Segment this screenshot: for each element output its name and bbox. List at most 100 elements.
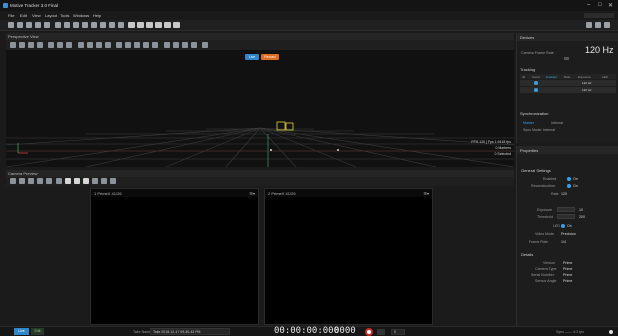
enabled-dot[interactable]: [534, 81, 538, 85]
reconstruction-toggle[interactable]: [567, 184, 571, 188]
play-icon[interactable]: [37, 42, 43, 48]
layers-icon[interactable]: [73, 22, 79, 28]
minimize-icon[interactable]: –: [587, 2, 590, 8]
enabled-toggle[interactable]: [567, 177, 571, 181]
tool4-icon[interactable]: [191, 42, 197, 48]
frame-rate-select[interactable]: 1/4: [561, 240, 566, 244]
layout2-icon[interactable]: [595, 22, 601, 28]
menu-edit[interactable]: Edit: [20, 13, 27, 18]
eye-icon[interactable]: [78, 42, 84, 48]
scale-icon[interactable]: [105, 42, 111, 48]
menu-help[interactable]: Help: [93, 13, 101, 18]
layout-selector[interactable]: [584, 13, 614, 18]
video-mode-select[interactable]: Precision: [561, 232, 576, 236]
rigidbody-icon[interactable]: [109, 22, 115, 28]
synchronization-label: Synchronization: [520, 111, 549, 116]
close-icon[interactable]: ✕: [608, 2, 613, 9]
zoom-in-icon[interactable]: [48, 42, 54, 48]
exposure-slider[interactable]: [557, 207, 575, 212]
cam-tool7-icon[interactable]: [65, 178, 71, 184]
live-badge[interactable]: Live: [245, 54, 259, 60]
camera-menu-icon[interactable]: ☰▾: [423, 191, 429, 196]
redo-icon[interactable]: [44, 22, 50, 28]
tracking-label: Tracking: [520, 67, 536, 72]
labels-icon[interactable]: [134, 42, 140, 48]
menu-windows[interactable]: Windows: [73, 13, 89, 18]
table-row[interactable]: 120 Hz: [520, 87, 616, 93]
menu-view[interactable]: View: [32, 13, 41, 18]
camera-toolbar: [6, 177, 514, 186]
new-icon[interactable]: [8, 22, 14, 28]
panel2-icon[interactable]: [137, 22, 144, 28]
menu-layout[interactable]: Layout: [45, 13, 57, 18]
enabled-dot[interactable]: [534, 88, 538, 92]
maximize-icon[interactable]: □: [598, 2, 602, 8]
layout3-icon[interactable]: [604, 22, 610, 28]
fit-icon[interactable]: [66, 42, 72, 48]
save-icon[interactable]: [26, 22, 32, 28]
camera-menu-icon[interactable]: ☰▾: [249, 191, 255, 196]
filter-icon[interactable]: [116, 42, 122, 48]
perspective-header: Perspective View: [6, 33, 514, 40]
rate-slider[interactable]: [564, 57, 569, 60]
live-mode-button[interactable]: Live: [14, 328, 29, 335]
table-row[interactable]: 120 Hz: [520, 80, 616, 86]
layout1-icon[interactable]: [586, 22, 592, 28]
menu-file[interactable]: File: [8, 13, 14, 18]
threshold-slider[interactable]: [557, 214, 575, 219]
cam-tool10-icon[interactable]: [92, 178, 98, 184]
frame-rate-value[interactable]: 120 Hz: [585, 45, 614, 55]
panel4-icon[interactable]: [155, 22, 162, 28]
grid-icon[interactable]: [64, 22, 70, 28]
perspective-title: Perspective View: [8, 34, 39, 39]
details-title: Details: [521, 252, 534, 257]
camera-pane-1[interactable]: 1 PrimeX 41/26 ☰▾: [90, 188, 259, 325]
rotate-icon[interactable]: [87, 42, 93, 48]
camera-icon[interactable]: [55, 22, 61, 28]
open-icon[interactable]: [17, 22, 23, 28]
tool3-icon[interactable]: [182, 42, 188, 48]
visible-icon[interactable]: [125, 42, 131, 48]
cam-tool11-icon[interactable]: [101, 178, 107, 184]
tool1-icon[interactable]: [164, 42, 170, 48]
cam-tool4-icon[interactable]: [37, 178, 43, 184]
sync-input[interactable]: Internal: [551, 121, 563, 125]
edit-mode-button[interactable]: Edit: [31, 328, 44, 335]
menu-tools[interactable]: Tools: [60, 13, 69, 18]
frame-count-field[interactable]: 0: [391, 329, 405, 335]
undo-icon[interactable]: [35, 22, 41, 28]
view-cube-icon[interactable]: [10, 42, 16, 48]
skeleton-icon[interactable]: [100, 22, 106, 28]
wand-icon[interactable]: [91, 22, 97, 28]
panel1-icon[interactable]: [128, 22, 135, 28]
record-button[interactable]: [365, 328, 373, 336]
settings-icon[interactable]: [118, 22, 124, 28]
tool5-icon[interactable]: [202, 42, 208, 48]
cam-tool6-icon[interactable]: [56, 178, 62, 184]
panel3-icon[interactable]: [146, 22, 153, 28]
cam-tool8-icon[interactable]: [74, 178, 80, 184]
led-toggle[interactable]: [561, 224, 565, 228]
stop-button[interactable]: [377, 329, 385, 335]
cam-tool5-icon[interactable]: [46, 178, 52, 184]
take-name-field[interactable]: Take 2018-12-17 09-30-43 PM: [150, 328, 230, 335]
cameras-icon[interactable]: [19, 42, 25, 48]
cam-tool2-icon[interactable]: [19, 178, 25, 184]
cam-tool9-icon[interactable]: [83, 178, 89, 184]
sync-master[interactable]: Master: [523, 121, 534, 125]
markers-icon[interactable]: [28, 42, 34, 48]
calibrate-icon[interactable]: [82, 22, 88, 28]
cam-tool3-icon[interactable]: [28, 178, 34, 184]
tool2-icon[interactable]: [173, 42, 179, 48]
move-icon[interactable]: [96, 42, 102, 48]
record-badge[interactable]: Record: [261, 54, 279, 60]
panel6-icon[interactable]: [173, 22, 180, 28]
trails-icon[interactable]: [143, 42, 149, 48]
zoom-out-icon[interactable]: [57, 42, 63, 48]
bones-icon[interactable]: [152, 42, 158, 48]
3d-viewport[interactable]: Live Record FPS 120 | Fps 1.9418 fps 0 M…: [6, 50, 514, 167]
cam-tool12-icon[interactable]: [110, 178, 116, 184]
panel5-icon[interactable]: [164, 22, 171, 28]
camera-pane-2[interactable]: 2 PrimeX 41/26 ☰▾: [264, 188, 433, 325]
cam-tool1-icon[interactable]: [10, 178, 16, 184]
